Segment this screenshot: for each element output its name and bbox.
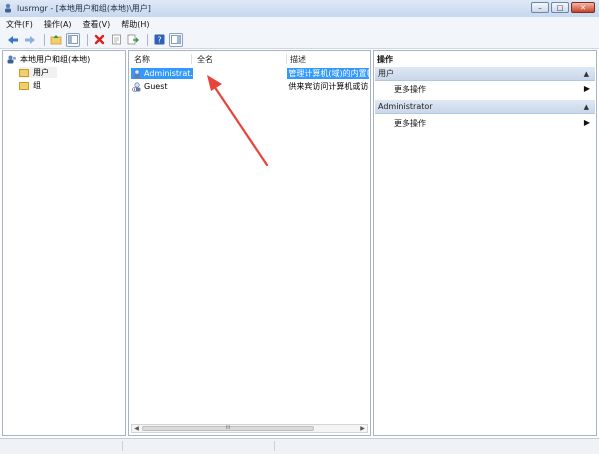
description-cell: 供来宾访问计算机或访问: [288, 82, 369, 91]
window-title: lusrmgr - [本地用户和组(本地)\用户]: [17, 4, 151, 13]
tree-node-users[interactable]: 用户: [19, 67, 57, 78]
app-users-icon: [5, 3, 11, 13]
export-icon[interactable]: [126, 33, 140, 47]
toolbar: ?: [0, 31, 599, 49]
title-bar: lusrmgr - [本地用户和组(本地)\用户] – □ ✕: [0, 0, 599, 18]
back-arrow-icon[interactable]: [6, 33, 20, 47]
action-more-actions[interactable]: 更多操作 ▶: [394, 118, 592, 129]
menu-view[interactable]: 查看(V): [83, 19, 111, 30]
collapse-icon[interactable]: ▲: [584, 103, 589, 111]
menu-action[interactable]: 操作(A): [44, 19, 72, 30]
minimize-button[interactable]: –: [531, 2, 549, 13]
table-row-administrator[interactable]: Administrat... 管理计算机(域)的内置帐: [131, 68, 369, 79]
scrollbar-thumb[interactable]: III: [142, 426, 314, 431]
action-label: 更多操作: [394, 85, 426, 94]
submenu-arrow-icon: ▶: [583, 84, 590, 93]
actions-section-administrator[interactable]: Administrator ▲: [375, 100, 595, 114]
folder-icon: [19, 81, 29, 90]
svg-text:?: ?: [157, 36, 161, 45]
toolbar-separator: [147, 33, 148, 46]
toolbar-separator: [44, 33, 45, 46]
users-and-groups-icon: [7, 55, 16, 64]
tree-root[interactable]: 本地用户和组(本地): [7, 54, 90, 65]
table-row-guest[interactable]: Guest 供来宾访问计算机或访问: [131, 81, 369, 92]
tree-node-groups[interactable]: 组: [19, 80, 41, 91]
status-segment: [124, 441, 275, 451]
close-button[interactable]: ✕: [571, 2, 595, 13]
tree-node-label: 组: [33, 81, 41, 90]
show-action-pane-icon[interactable]: [169, 32, 183, 47]
up-folder-icon[interactable]: [49, 33, 63, 47]
tree-root-label: 本地用户和组(本地): [20, 55, 91, 64]
name-cell: Guest: [131, 81, 193, 92]
action-more-actions[interactable]: 更多操作 ▶: [394, 84, 592, 95]
status-bar: [0, 438, 599, 454]
actions-section-users[interactable]: 用户 ▲: [375, 67, 595, 81]
menu-help[interactable]: 帮助(H): [121, 19, 149, 30]
scroll-left-icon[interactable]: ◀: [132, 425, 141, 432]
column-divider[interactable]: [286, 54, 287, 64]
column-header-fullname[interactable]: 全名: [197, 54, 213, 65]
fullname-cell: [193, 68, 288, 79]
collapse-icon[interactable]: ▲: [584, 70, 589, 78]
properties-icon[interactable]: [109, 33, 123, 47]
scroll-right-icon[interactable]: ▶: [358, 425, 367, 432]
submenu-arrow-icon: ▶: [583, 118, 590, 127]
horizontal-scrollbar[interactable]: ◀ III ▶: [131, 424, 368, 433]
actions-title: 操作: [377, 55, 393, 64]
section-header-label: Administrator: [378, 102, 433, 111]
user-disabled-icon: [132, 81, 141, 92]
console-tree-pane: 本地用户和组(本地) 用户 组: [2, 50, 126, 436]
forward-arrow-icon[interactable]: [23, 33, 37, 47]
help-icon[interactable]: ?: [152, 33, 166, 47]
delete-icon[interactable]: [92, 33, 106, 47]
scrollbar-grip: III: [225, 425, 231, 431]
column-header-description[interactable]: 描述: [290, 54, 306, 65]
column-header-name[interactable]: 名称: [134, 54, 150, 65]
user-name-text: Administrat...: [144, 69, 193, 78]
maximize-button[interactable]: □: [551, 2, 569, 13]
tree-node-label: 用户: [33, 68, 49, 77]
status-segment: [2, 441, 123, 451]
column-divider[interactable]: [191, 54, 192, 64]
menu-bar: 文件(F) 操作(A) 查看(V) 帮助(H): [0, 17, 599, 31]
folder-icon: [19, 68, 29, 77]
user-name-text: Guest: [144, 82, 168, 91]
section-header-label: 用户: [378, 69, 394, 78]
menu-file[interactable]: 文件(F): [6, 19, 33, 30]
description-cell: 管理计算机(域)的内置帐: [287, 68, 369, 79]
user-list-pane: 名称 全名 描述 Administrat... 管理计算机(域)的内置帐 Gue…: [128, 50, 371, 436]
name-cell: Administrat...: [131, 68, 193, 79]
actions-pane: 操作 用户 ▲ 更多操作 ▶ Administrator ▲ 更多操作 ▶: [373, 50, 597, 436]
action-label: 更多操作: [394, 119, 426, 128]
fullname-cell: [193, 81, 288, 92]
user-icon: [133, 68, 141, 78]
toolbar-separator: [87, 33, 88, 46]
show-tree-icon[interactable]: [66, 32, 80, 47]
